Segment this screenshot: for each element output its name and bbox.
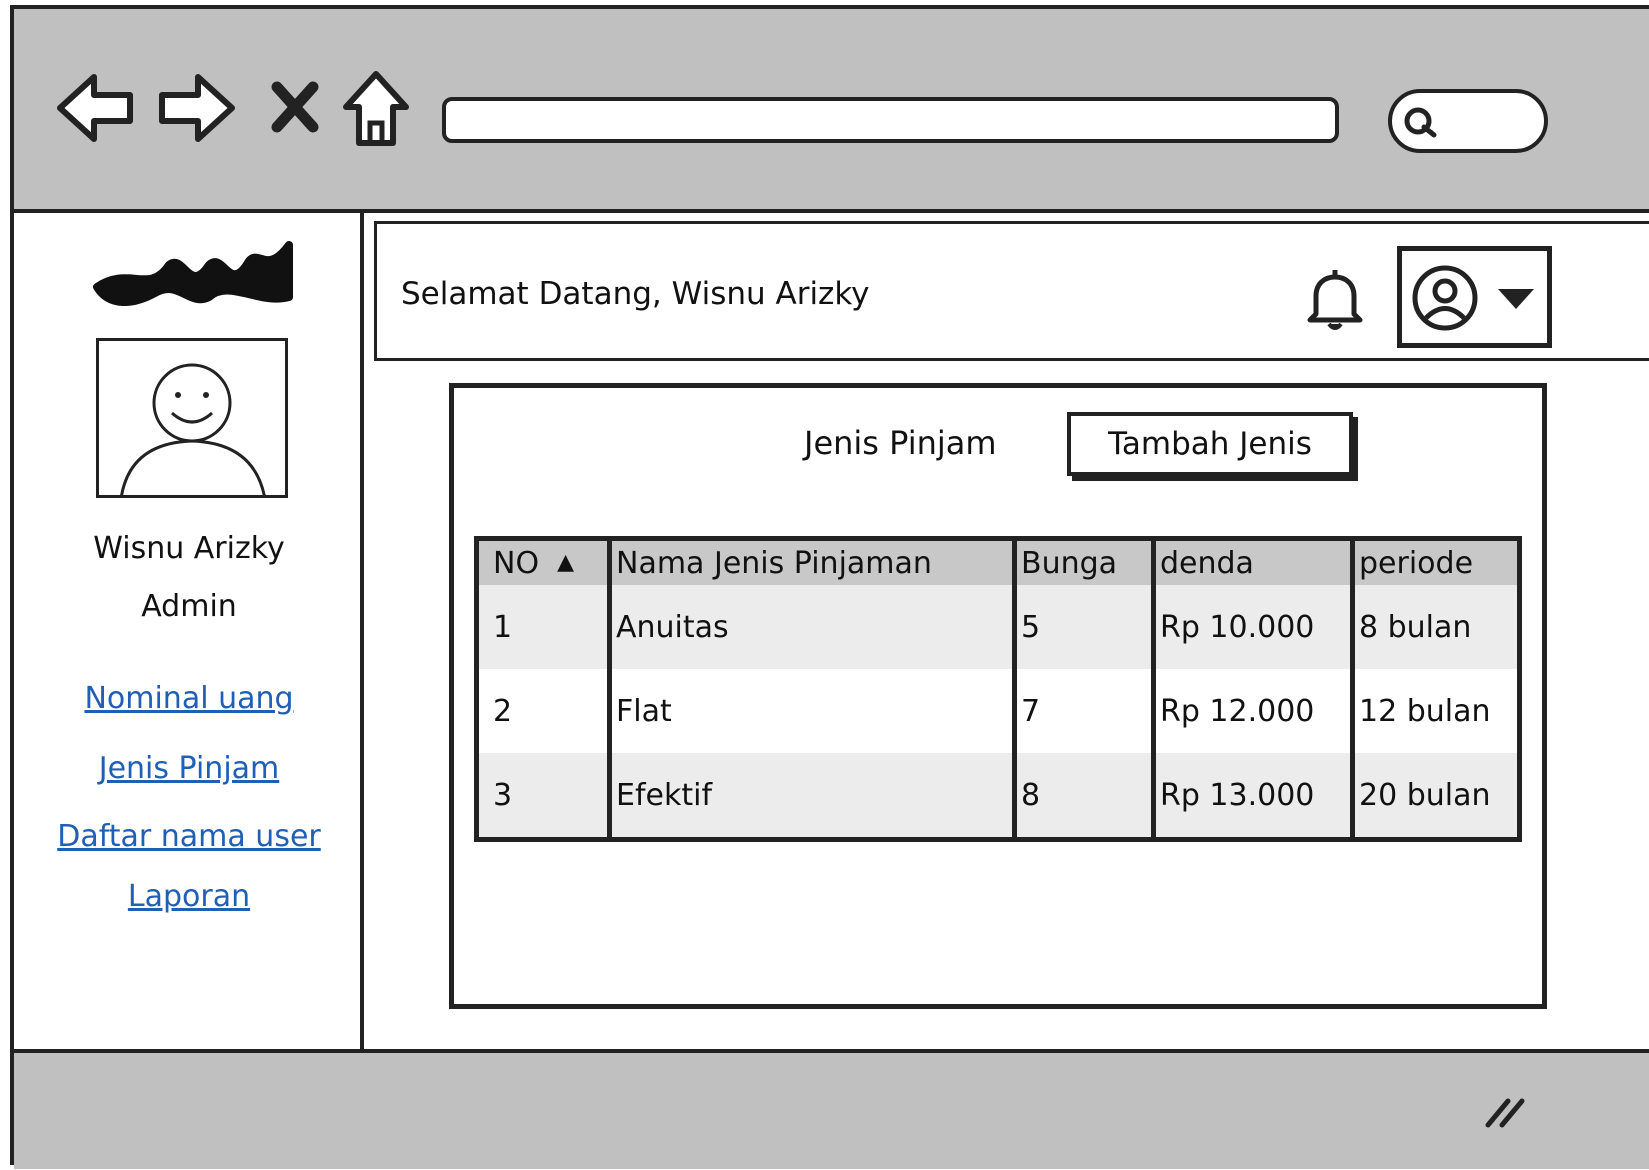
resize-grip-icon[interactable] (1482, 1093, 1526, 1129)
forward-arrow-icon[interactable] (156, 71, 238, 145)
welcome-text: Selamat Datang, Wisnu Arizky (401, 276, 870, 312)
cell-no: 1 (476, 585, 610, 669)
cell-no: 3 (476, 753, 610, 840)
cell-bunga: 5 (1012, 585, 1154, 669)
cell-periode: 20 bulan (1350, 753, 1520, 840)
caret-down-icon (1498, 289, 1534, 309)
cell-bunga: 8 (1012, 753, 1154, 840)
status-bar (14, 1049, 1649, 1169)
sidebar-item-laporan[interactable]: Laporan (14, 879, 364, 914)
url-bar[interactable] (442, 97, 1339, 143)
browser-window: Wisnu Arizky Admin Nominal uang Jenis Pi… (10, 5, 1649, 1169)
user-menu-button[interactable] (1397, 246, 1552, 348)
logo-scribble (93, 241, 293, 307)
cell-periode: 12 bulan (1350, 669, 1520, 753)
search-icon (1404, 107, 1437, 138)
avatar (96, 338, 288, 498)
jenis-pinjam-panel: Jenis Pinjam Tambah Jenis NO ▲ Nama Jenis… (449, 383, 1547, 1009)
cell-nama: Flat (607, 669, 1015, 753)
table-row[interactable]: 3 Efektif 8 Rp 13.000 20 bulan (476, 753, 1520, 840)
browser-toolbar (14, 9, 1649, 209)
jenis-pinjaman-table: NO ▲ Nama Jenis Pinjaman Bunga denda peri… (474, 536, 1522, 842)
bell-icon[interactable] (1302, 264, 1368, 334)
search-box[interactable] (1388, 89, 1548, 153)
sidebar-user-role: Admin (141, 589, 237, 624)
sort-ascending-icon: ▲ (557, 549, 574, 575)
sidebar-item-nominal-uang[interactable]: Nominal uang (14, 681, 364, 716)
cell-bunga: 7 (1012, 669, 1154, 753)
cell-nama: Anuitas (607, 585, 1015, 669)
column-header-denda[interactable]: denda (1151, 538, 1353, 585)
sidebar-item-jenis-pinjam[interactable]: Jenis Pinjam (14, 751, 364, 786)
cell-denda: Rp 13.000 (1151, 753, 1353, 840)
column-header-label: NO (493, 545, 540, 581)
main-content: Selamat Datang, Wisnu Arizky Jenis Pinja… (364, 209, 1649, 1049)
back-arrow-icon[interactable] (54, 71, 136, 145)
table-header-row: NO ▲ Nama Jenis Pinjaman Bunga denda peri… (476, 538, 1520, 585)
cell-denda: Rp 10.000 (1151, 585, 1353, 669)
cell-no: 2 (476, 669, 610, 753)
sidebar-item-daftar-nama-user[interactable]: Daftar nama user (14, 819, 364, 854)
sidebar: Wisnu Arizky Admin Nominal uang Jenis Pi… (14, 209, 364, 1049)
column-header-bunga[interactable]: Bunga (1012, 538, 1154, 585)
cell-denda: Rp 12.000 (1151, 669, 1353, 753)
user-circle-icon (1412, 265, 1478, 331)
sidebar-user-name: Wisnu Arizky (93, 531, 285, 566)
tambah-jenis-button[interactable]: Tambah Jenis (1067, 412, 1353, 476)
column-header-periode[interactable]: periode (1350, 538, 1520, 585)
user-avatar-icon (120, 363, 266, 495)
table-row[interactable]: 1 Anuitas 5 Rp 10.000 8 bulan (476, 585, 1520, 669)
home-icon[interactable] (341, 69, 411, 149)
column-header-nama[interactable]: Nama Jenis Pinjaman (607, 538, 1015, 585)
top-header: Selamat Datang, Wisnu Arizky (374, 221, 1649, 361)
cell-nama: Efektif (607, 753, 1015, 840)
close-icon[interactable] (269, 79, 321, 135)
column-header-no[interactable]: NO ▲ (476, 538, 610, 585)
panel-title: Jenis Pinjam (804, 424, 997, 462)
cell-periode: 8 bulan (1350, 585, 1520, 669)
table-row[interactable]: 2 Flat 7 Rp 12.000 12 bulan (476, 669, 1520, 753)
